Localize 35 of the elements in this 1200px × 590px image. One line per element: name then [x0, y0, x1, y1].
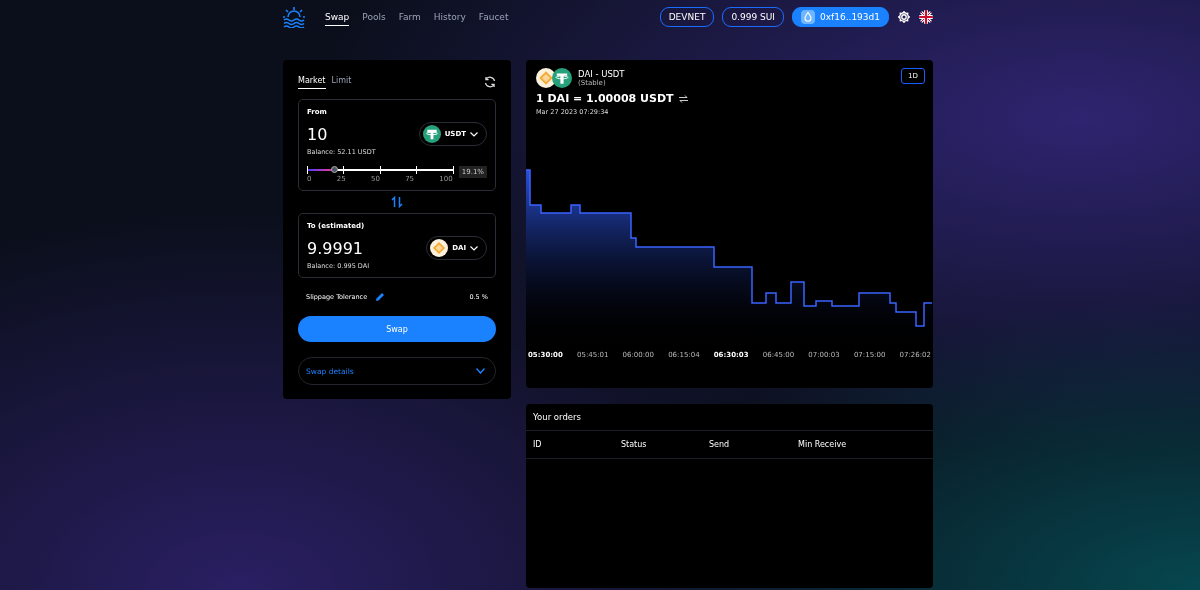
- exchange-rate: 1 DAI = 1.00008 USDT: [536, 92, 674, 105]
- pencil-icon[interactable]: [375, 292, 386, 302]
- chevron-down-icon: [470, 131, 478, 137]
- column-header: Status: [621, 440, 648, 449]
- column-header: ID: [533, 440, 543, 449]
- refresh-icon[interactable]: [484, 75, 496, 88]
- nav-link[interactable]: History: [433, 8, 466, 26]
- nav-link[interactable]: Farm: [398, 8, 421, 26]
- sun-waves-logo: [283, 6, 305, 28]
- nav-link[interactable]: Pools: [362, 8, 386, 26]
- swap-arrows-icon[interactable]: [391, 196, 403, 208]
- flag-icon[interactable]: [919, 10, 933, 24]
- tether-coin-icon: [552, 68, 572, 88]
- wallet-button[interactable]: 0xf16..193d1: [792, 7, 889, 27]
- network-button[interactable]: DEVNET: [659, 7, 715, 27]
- invert-arrows-icon[interactable]: [678, 94, 688, 103]
- chevron-down-icon: [470, 245, 478, 251]
- tab[interactable]: Limit: [331, 74, 352, 89]
- balance-button[interactable]: 0.999 SUI: [722, 7, 784, 27]
- amount-value: 9.9991: [307, 238, 363, 258]
- orders-title: Your orders: [526, 404, 933, 431]
- pair-name: DAI - USDT: [578, 69, 625, 79]
- nav-link[interactable]: Faucet: [478, 8, 509, 26]
- amount-value: 10: [307, 124, 328, 144]
- settings-icon[interactable]: [897, 10, 911, 24]
- column-header: Min Receive: [798, 440, 848, 449]
- dai-coin-icon: [430, 239, 449, 257]
- tab[interactable]: Market: [298, 74, 326, 89]
- slider-thumb[interactable]: [330, 166, 338, 173]
- swap-button[interactable]: Swap: [298, 316, 496, 342]
- tether-coin-icon: [422, 125, 441, 143]
- droplet-icon: [801, 10, 815, 24]
- nav-link[interactable]: Swap: [325, 8, 350, 26]
- column-header: Send: [709, 440, 731, 449]
- chevron-down-icon: [476, 368, 485, 374]
